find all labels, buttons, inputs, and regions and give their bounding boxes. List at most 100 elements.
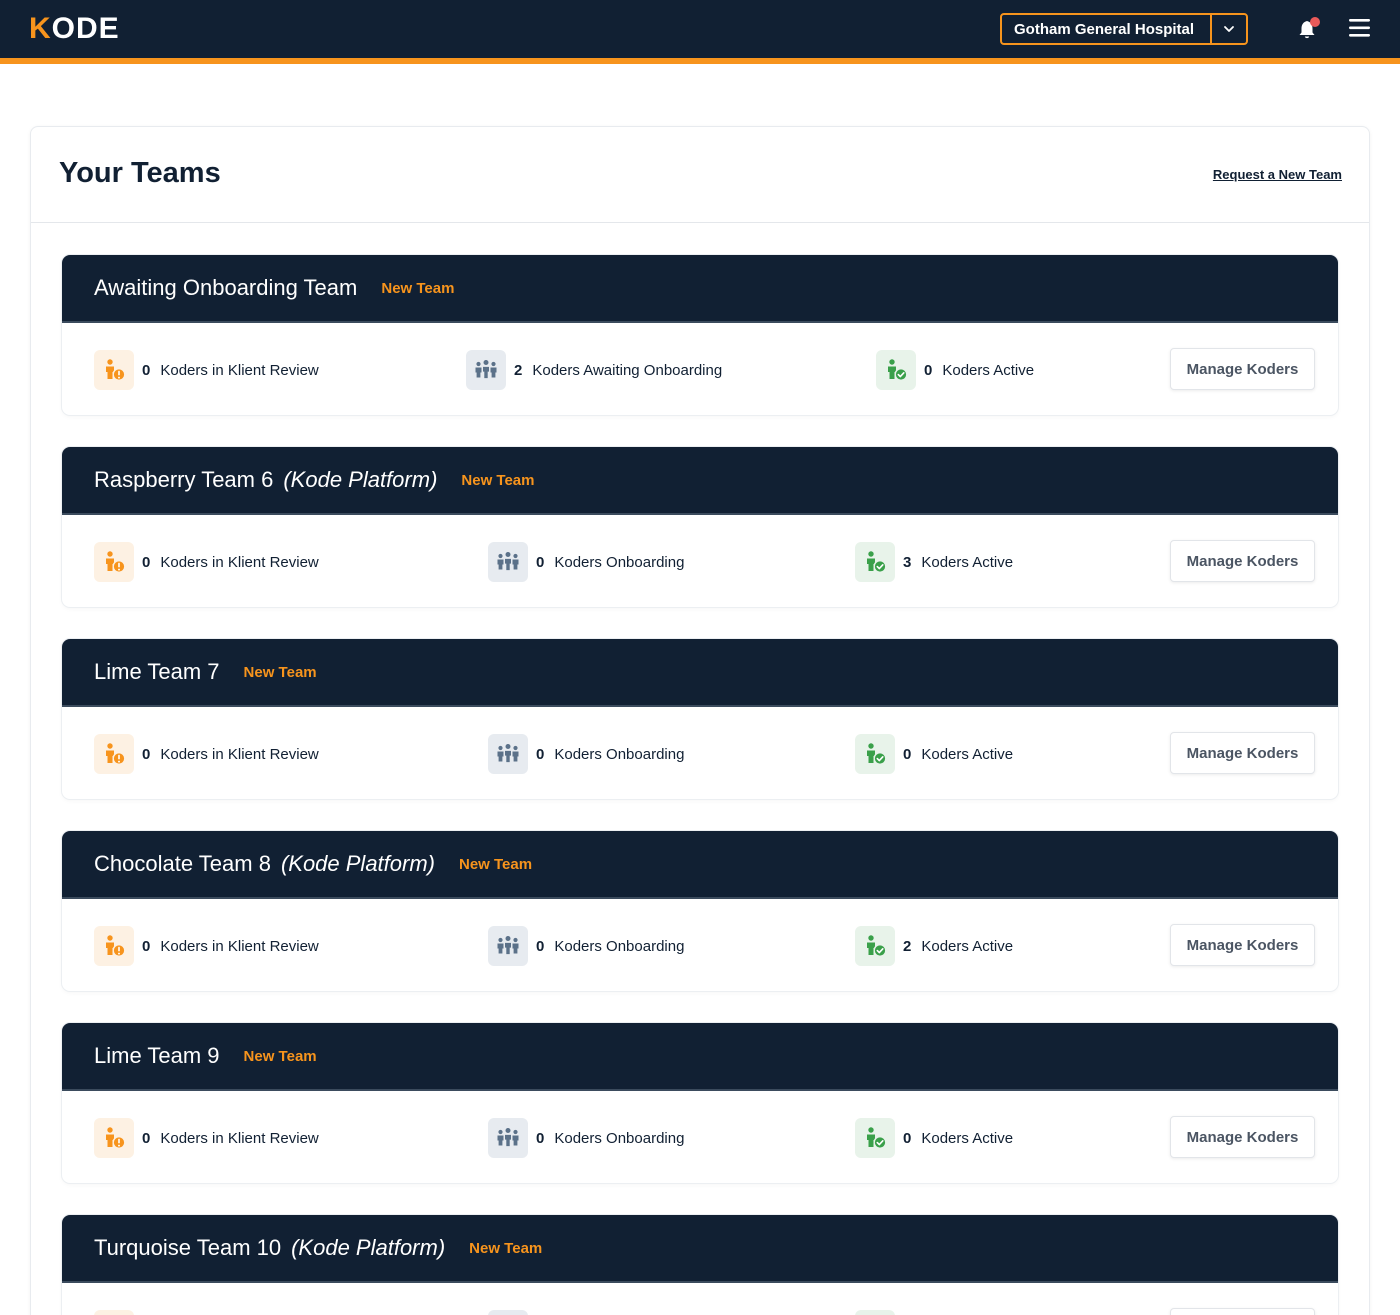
stat-onboarding: 0 Koders Onboarding bbox=[488, 734, 684, 774]
team-header: Raspberry Team 6 (Kode Platform) New Tea… bbox=[62, 447, 1338, 515]
person-check-icon bbox=[855, 1118, 895, 1158]
stat-active: 0 Koders Active bbox=[855, 1310, 1013, 1315]
team-platform: (Kode Platform) bbox=[283, 467, 438, 492]
group-icon bbox=[488, 1310, 528, 1315]
team-name: Chocolate Team 8 bbox=[94, 851, 271, 876]
kode-logo[interactable]: K ODE bbox=[29, 14, 120, 44]
hamburger-icon[interactable] bbox=[1348, 17, 1372, 39]
onboarding-count: 0 bbox=[536, 937, 545, 955]
onboarding-label: Koders Onboarding bbox=[554, 745, 685, 763]
person-check-icon bbox=[855, 926, 895, 966]
stat-onboarding: 2 Koders Awaiting Onboarding bbox=[466, 350, 722, 390]
team-stats: 0 Koders in Klient Review 0 Koders Onboa… bbox=[62, 515, 1338, 607]
team-stats: 0 Koders in Klient Review 0 Koders Onboa… bbox=[62, 1283, 1338, 1315]
person-alert-icon bbox=[94, 926, 134, 966]
onboarding-count: 0 bbox=[536, 745, 545, 763]
stat-active: 0 Koders Active bbox=[855, 1118, 1013, 1158]
stat-active: 2 Koders Active bbox=[855, 926, 1013, 966]
stat-klient-review: 0 Koders in Klient Review bbox=[94, 542, 319, 582]
person-alert-icon bbox=[94, 734, 134, 774]
stat-active: 0 Koders Active bbox=[876, 350, 1034, 390]
top-bar-accent bbox=[0, 58, 1400, 64]
manage-koders-button[interactable]: Manage Koders bbox=[1170, 348, 1315, 390]
group-icon bbox=[466, 350, 506, 390]
person-alert-icon bbox=[94, 1118, 134, 1158]
team-card: Lime Team 9 New Team 0 Koders in Klient … bbox=[62, 1023, 1338, 1183]
active-label: Koders Active bbox=[942, 361, 1035, 379]
team-stats: 0 Koders in Klient Review 2 Koders Await… bbox=[62, 323, 1338, 415]
logo-letter-k: K bbox=[29, 12, 52, 45]
new-team-badge: New Team bbox=[243, 1047, 317, 1065]
review-label: Koders in Klient Review bbox=[160, 745, 319, 763]
bell-icon[interactable] bbox=[1296, 16, 1322, 42]
team-name: Lime Team 9 bbox=[94, 1043, 220, 1068]
group-icon bbox=[488, 542, 528, 582]
onboarding-count: 0 bbox=[536, 1129, 545, 1147]
review-count: 0 bbox=[142, 553, 151, 571]
team-stats: 0 Koders in Klient Review 0 Koders Onboa… bbox=[62, 707, 1338, 799]
manage-koders-button[interactable]: Manage Koders bbox=[1170, 540, 1315, 582]
team-name: Raspberry Team 6 bbox=[94, 467, 274, 492]
person-check-icon bbox=[855, 1310, 895, 1315]
group-icon bbox=[488, 1118, 528, 1158]
stat-klient-review: 0 Koders in Klient Review bbox=[94, 926, 319, 966]
onboarding-label: Koders Onboarding bbox=[554, 553, 685, 571]
stat-klient-review: 0 Koders in Klient Review bbox=[94, 1310, 319, 1315]
team-stats: 0 Koders in Klient Review 0 Koders Onboa… bbox=[62, 1091, 1338, 1183]
organization-name: Gotham General Hospital bbox=[1014, 20, 1195, 38]
review-label: Koders in Klient Review bbox=[160, 361, 319, 379]
new-team-badge: New Team bbox=[469, 1239, 543, 1257]
active-label: Koders Active bbox=[921, 1129, 1014, 1147]
stat-klient-review: 0 Koders in Klient Review bbox=[94, 350, 319, 390]
team-card: Lime Team 7 New Team 0 Koders in Klient … bbox=[62, 639, 1338, 799]
organization-select[interactable]: Gotham General Hospital bbox=[1000, 13, 1248, 45]
team-card: Awaiting Onboarding Team New Team 0 Kode… bbox=[62, 255, 1338, 415]
new-team-badge: New Team bbox=[461, 471, 535, 489]
active-count: 0 bbox=[924, 361, 933, 379]
stat-onboarding: 0 Koders Onboarding bbox=[488, 926, 684, 966]
stat-onboarding: 0 Koders Onboarding bbox=[488, 542, 684, 582]
manage-koders-button[interactable]: Manage Koders bbox=[1170, 732, 1315, 774]
team-stats: 0 Koders in Klient Review 0 Koders Onboa… bbox=[62, 899, 1338, 991]
person-check-icon bbox=[855, 734, 895, 774]
review-count: 0 bbox=[142, 361, 151, 379]
group-icon bbox=[488, 734, 528, 774]
team-platform: (Kode Platform) bbox=[291, 1235, 446, 1260]
person-check-icon bbox=[876, 350, 916, 390]
review-label: Koders in Klient Review bbox=[160, 1129, 319, 1147]
manage-koders-button[interactable]: Manage Koders bbox=[1170, 924, 1315, 966]
person-alert-icon bbox=[94, 1310, 134, 1315]
team-card: Turquoise Team 10 (Kode Platform) New Te… bbox=[62, 1215, 1338, 1315]
team-header: Lime Team 9 New Team bbox=[62, 1023, 1338, 1091]
new-team-badge: New Team bbox=[243, 663, 317, 681]
stat-onboarding: 0 Koders Onboarding bbox=[488, 1310, 684, 1315]
review-label: Koders in Klient Review bbox=[160, 937, 319, 955]
team-name: Turquoise Team 10 bbox=[94, 1235, 282, 1260]
onboarding-count: 2 bbox=[514, 361, 523, 379]
review-count: 0 bbox=[142, 745, 151, 763]
chevron-down-icon[interactable] bbox=[1210, 15, 1246, 43]
stat-onboarding: 0 Koders Onboarding bbox=[488, 1118, 684, 1158]
active-count: 3 bbox=[903, 553, 912, 571]
active-label: Koders Active bbox=[921, 745, 1014, 763]
stat-klient-review: 0 Koders in Klient Review bbox=[94, 734, 319, 774]
stat-klient-review: 0 Koders in Klient Review bbox=[94, 1118, 319, 1158]
top-bar: K ODE Gotham General Hospital bbox=[0, 0, 1400, 58]
manage-koders-button[interactable]: Manage Koders bbox=[1170, 1308, 1315, 1315]
team-header: Awaiting Onboarding Team New Team bbox=[62, 255, 1338, 323]
person-alert-icon bbox=[94, 350, 134, 390]
request-new-team-link[interactable]: Request a New Team bbox=[1213, 167, 1342, 182]
active-label: Koders Active bbox=[921, 553, 1014, 571]
page-title: Your Teams bbox=[59, 157, 221, 189]
active-count: 0 bbox=[903, 1129, 912, 1147]
stat-active: 0 Koders Active bbox=[855, 734, 1013, 774]
person-check-icon bbox=[855, 542, 895, 582]
review-count: 0 bbox=[142, 937, 151, 955]
team-header: Lime Team 7 New Team bbox=[62, 639, 1338, 707]
active-count: 0 bbox=[903, 745, 912, 763]
manage-koders-button[interactable]: Manage Koders bbox=[1170, 1116, 1315, 1158]
team-card: Chocolate Team 8 (Kode Platform) New Tea… bbox=[62, 831, 1338, 991]
review-count: 0 bbox=[142, 1129, 151, 1147]
team-platform: (Kode Platform) bbox=[280, 851, 435, 876]
team-header: Chocolate Team 8 (Kode Platform) New Tea… bbox=[62, 831, 1338, 899]
